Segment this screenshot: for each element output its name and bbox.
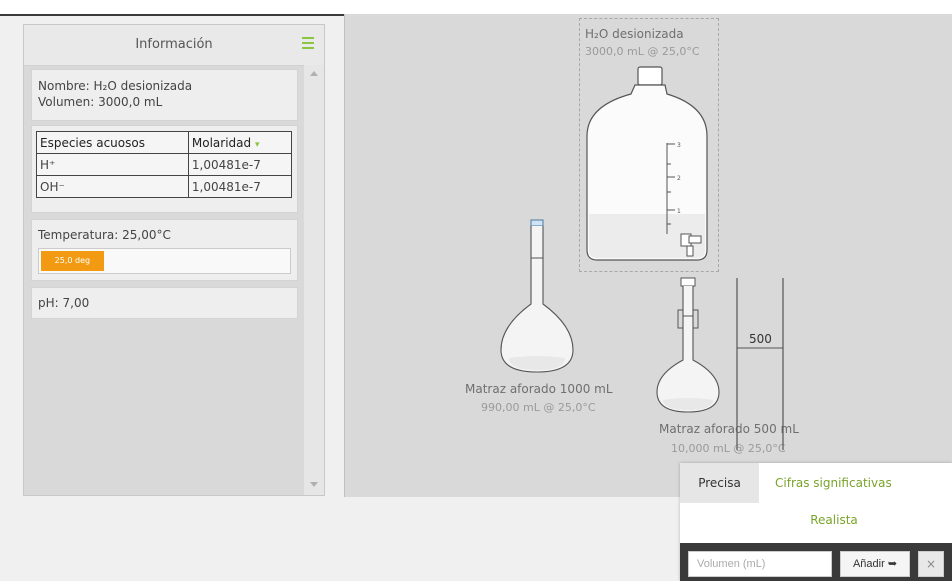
volumetric-flask-500[interactable] — [651, 276, 731, 426]
tab-precise[interactable]: Precisa — [680, 463, 759, 503]
species-cell: OH⁻ — [36, 175, 189, 198]
volumetric-flask-1000[interactable] — [497, 218, 577, 380]
transfer-bar: Volumen (mL) Añadir ➥ × — [680, 543, 952, 581]
molarity-table: Especies acuosos Molaridad ▾ H⁺ 1,00481e… — [36, 131, 293, 198]
cylinder-label: 500 — [749, 332, 772, 346]
molarity-cell: 1,00481e-7 — [187, 175, 293, 198]
info-scrollbar[interactable] — [304, 65, 324, 495]
add-button[interactable]: Añadir ➥ — [840, 551, 910, 577]
flask-1000-subtitle: 990,00 mL @ 25,0°C — [481, 401, 596, 414]
header-species: Especies acuosos — [36, 131, 189, 154]
ph-card: pH: 7,00 — [31, 287, 298, 319]
info-name-card: Nombre: H₂O desionizada Volumen: 3000,0 … — [31, 69, 298, 121]
molarity-card: Especies acuosos Molaridad ▾ H⁺ 1,00481e… — [31, 125, 298, 213]
table-row: H⁺ 1,00481e-7 — [36, 153, 293, 176]
species-cell: H⁺ — [36, 153, 189, 176]
info-panel-title: Información — [135, 37, 213, 52]
tab-realistic[interactable]: Realista — [759, 503, 909, 537]
water-bottle[interactable]: 3 2 1 — [583, 64, 713, 264]
bottle-tick-label: 3 — [677, 142, 681, 149]
table-row: OH⁻ 1,00481e-7 — [36, 175, 293, 198]
graduated-cylinder[interactable] — [733, 276, 787, 452]
flask-1000-title: Matraz aforado 1000 mL — [465, 382, 613, 396]
temperature-card: Temperatura: 25,00°C 25,0 deg — [31, 219, 298, 281]
workspace: H₂O desionizada 3000,0 mL @ 25,0°C 3 2 1… — [344, 14, 952, 497]
enter-icon: ➥ — [887, 558, 898, 570]
solution-volume: Volumen: 3000,0 mL — [38, 95, 163, 109]
scroll-down-icon[interactable] — [310, 482, 318, 487]
transfer-popup: Precisa Cifras significativas Realista V… — [680, 463, 952, 581]
molarity-cell: 1,00481e-7 — [187, 153, 293, 176]
temperature-bar[interactable]: 25,0 deg — [38, 248, 291, 274]
temperature-label: Temperatura: 25,00°C — [38, 228, 171, 242]
solution-name: Nombre: H₂O desionizada — [38, 79, 193, 93]
table-header-row: Especies acuosos Molaridad ▾ — [36, 131, 293, 154]
bottle-tick-label: 2 — [677, 175, 681, 182]
bottle-tick-label: 1 — [677, 208, 681, 215]
menu-icon[interactable] — [302, 37, 314, 49]
bottle-subtitle: 3000,0 mL @ 25,0°C — [585, 45, 700, 58]
sort-icon[interactable]: ▾ — [255, 140, 260, 150]
temperature-fill: 25,0 deg — [41, 251, 104, 271]
close-button[interactable]: × — [918, 551, 944, 577]
ph-label: pH: 7,00 — [38, 296, 90, 310]
info-panel-header: Información — [24, 25, 324, 66]
tab-significant-figures[interactable]: Cifras significativas — [759, 463, 952, 503]
header-molarity[interactable]: Molaridad ▾ — [187, 131, 293, 154]
scroll-up-icon[interactable] — [310, 71, 318, 76]
info-panel: Información Nombre: H₂O desionizada Volu… — [23, 24, 325, 496]
volume-input[interactable]: Volumen (mL) — [688, 551, 832, 577]
bottle-title: H₂O desionizada — [585, 27, 684, 41]
